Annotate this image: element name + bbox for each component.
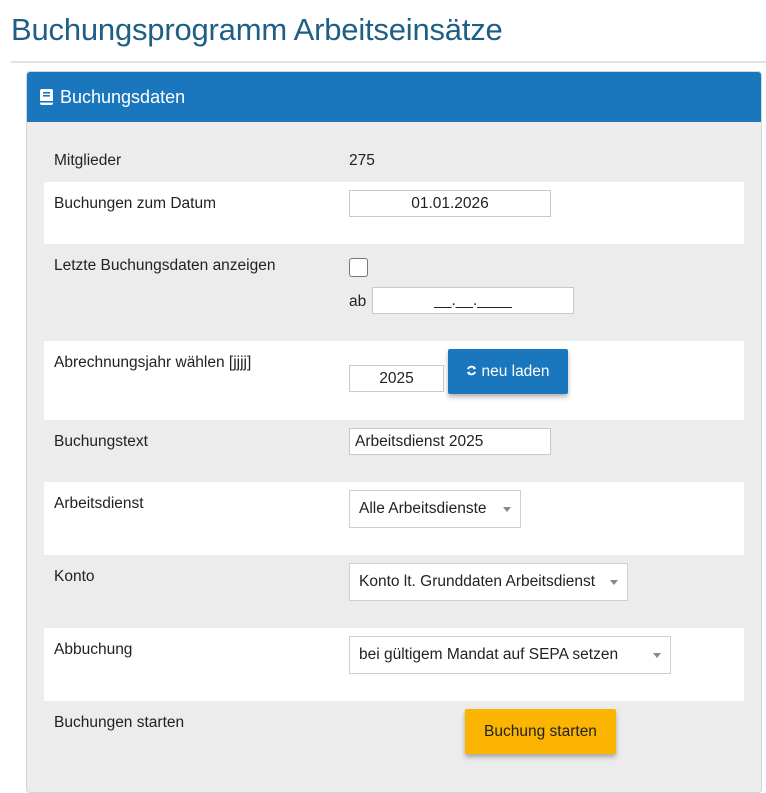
value-mitglieder: 275 xyxy=(349,152,375,169)
book-icon xyxy=(38,88,56,106)
label-konto: Konto xyxy=(54,568,95,585)
refresh-icon xyxy=(466,364,477,379)
label-jahr: Abrechnungsjahr wählen [jjjj] xyxy=(54,354,252,371)
row-letzte: Letzte Buchungsdaten anzeigen ab __.__._… xyxy=(44,244,744,341)
account-select[interactable]: Konto lt. Grunddaten Arbeitsdienst xyxy=(349,563,628,601)
page-title: Buchungsprogramm Arbeitseinsätze xyxy=(11,12,503,47)
from-date-input[interactable]: __.__.____ xyxy=(372,287,574,314)
show-last-checkbox[interactable] xyxy=(349,258,368,277)
label-mitglieder: Mitglieder xyxy=(54,152,122,169)
reload-label: neu laden xyxy=(481,362,550,380)
row-datum: Buchungen zum Datum 01.01.2026 xyxy=(44,182,744,244)
work-service-select[interactable]: Alle Arbeitsdienste xyxy=(349,490,521,528)
chevron-down-icon xyxy=(653,653,661,658)
row-mitglieder: Mitglieder 275 xyxy=(44,139,744,182)
label-abbuchung: Abbuchung xyxy=(54,641,133,658)
row-jahr: Abrechnungsjahr wählen [jjjj] 2025 neu l… xyxy=(44,341,744,420)
form-rows: Mitglieder 275 Buchungen zum Datum 01.01… xyxy=(44,139,744,781)
panel-header: Buchungsdaten xyxy=(27,72,761,122)
date-input[interactable]: 01.01.2026 xyxy=(349,190,551,217)
reload-button[interactable]: neu laden xyxy=(448,349,568,394)
chevron-down-icon xyxy=(503,507,511,512)
work-service-value: Alle Arbeitsdienste xyxy=(359,500,487,517)
title-divider xyxy=(11,61,766,63)
year-input[interactable]: 2025 xyxy=(349,365,444,392)
row-starten: Buchungen starten Buchung starten xyxy=(44,701,744,781)
debit-select[interactable]: bei gültigem Mandat auf SEPA setzen xyxy=(349,636,671,674)
panel-title: Buchungsdaten xyxy=(60,86,186,107)
row-arbeitsdienst: Arbeitsdienst Alle Arbeitsdienste xyxy=(44,482,744,555)
account-value: Konto lt. Grunddaten Arbeitsdienst xyxy=(359,573,596,590)
row-abbuchung: Abbuchung bei gültigem Mandat auf SEPA s… xyxy=(44,628,744,701)
label-starten: Buchungen starten xyxy=(54,714,185,731)
label-letzte: Letzte Buchungsdaten anzeigen xyxy=(54,257,276,274)
row-konto: Konto Konto lt. Grunddaten Arbeitsdienst xyxy=(44,555,744,628)
chevron-down-icon xyxy=(610,580,618,585)
label-datum: Buchungen zum Datum xyxy=(54,195,216,212)
start-booking-button[interactable]: Buchung starten xyxy=(465,709,616,754)
debit-value: bei gültigem Mandat auf SEPA setzen xyxy=(359,646,619,663)
row-text: Buchungstext Arbeitsdienst 2025 xyxy=(44,420,744,482)
label-text: Buchungstext xyxy=(54,433,148,450)
booking-panel: Buchungsdaten Mitglieder 275 Buchungen z… xyxy=(26,71,762,793)
booking-text-input[interactable]: Arbeitsdienst 2025 xyxy=(349,428,551,455)
label-ab: ab xyxy=(349,293,367,310)
label-arbeitsdienst: Arbeitsdienst xyxy=(54,495,144,512)
